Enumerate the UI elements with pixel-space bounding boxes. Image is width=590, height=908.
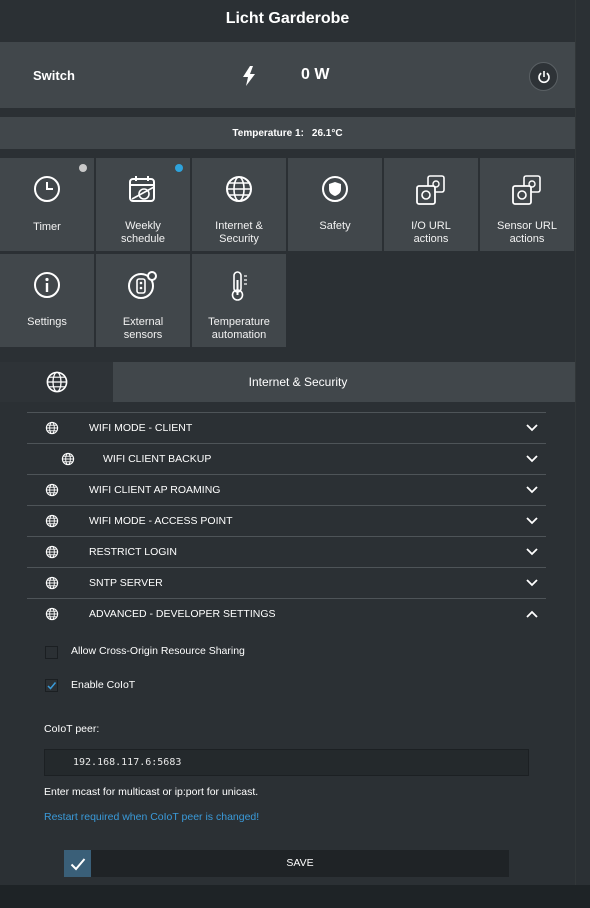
tile-external-sensors[interactable]: External sensors	[96, 254, 190, 347]
power-button[interactable]	[529, 62, 558, 91]
accordion-restrict-login[interactable]: RESTRICT LOGIN	[27, 536, 546, 567]
tile-label-2: Security	[219, 233, 259, 245]
accordion-sntp-server[interactable]: SNTP SERVER	[27, 567, 546, 598]
coiot-peer-label: CoIoT peer:	[44, 723, 100, 735]
tile-label-2: schedule	[120, 233, 166, 245]
tile-label-2: actions	[509, 233, 545, 245]
footer-bar	[0, 885, 590, 908]
tile-label: Temperature	[208, 316, 270, 328]
globe-icon	[192, 174, 286, 208]
accordion-wifi-client-backup[interactable]: WIFI CLIENT BACKUP	[27, 443, 546, 474]
tile-internet-security[interactable]: Internet & Security	[192, 158, 286, 251]
chevron-down-icon	[526, 516, 538, 528]
section-title: Internet & Security	[248, 375, 348, 389]
coiot-peer-hint: Enter mcast for multicast or ip:port for…	[44, 786, 259, 798]
accordion-advanced-developer-settings[interactable]: ADVANCED - DEVELOPER SETTINGS	[27, 598, 546, 629]
globe-icon	[61, 452, 75, 469]
chevron-down-icon	[526, 485, 538, 497]
coiot-checkbox[interactable]	[45, 679, 58, 692]
tile-settings[interactable]: Settings	[0, 254, 94, 347]
globe-icon	[45, 483, 59, 500]
coiot-peer-input[interactable]: 192.168.117.6:5683	[44, 749, 529, 776]
status-dot	[79, 164, 87, 172]
tile-label: Internet &	[215, 220, 263, 232]
tile-temperature-automation[interactable]: Temperature automation	[192, 254, 286, 347]
chevron-down-icon	[526, 578, 538, 590]
temperature-label: Temperature 1:	[232, 127, 304, 139]
weekly-schedule-icon	[96, 174, 190, 208]
tile-label: Timer	[33, 221, 61, 233]
check-icon	[47, 682, 57, 690]
globe-icon	[45, 545, 59, 562]
tile-label: Settings	[27, 316, 67, 328]
globe-icon	[45, 576, 59, 593]
tile-label: External	[122, 316, 164, 328]
globe-icon	[0, 362, 113, 402]
cors-label: Allow Cross-Origin Resource Sharing	[71, 645, 245, 657]
accordion-label: ADVANCED - DEVELOPER SETTINGS	[89, 608, 276, 620]
accordion-label: WIFI CLIENT BACKUP	[103, 453, 212, 465]
tile-timer[interactable]: Timer	[0, 158, 94, 251]
status-dot	[175, 164, 183, 172]
globe-icon	[45, 514, 59, 531]
tile-label: Safety	[319, 220, 351, 232]
tile-label-2: actions	[413, 233, 449, 245]
page-title: Licht Garderobe	[225, 10, 350, 27]
tile-sensor-url-actions[interactable]: Sensor URL actions	[480, 158, 574, 251]
globe-icon	[45, 607, 59, 624]
tile-label-2: automation	[211, 329, 267, 341]
tile-label-2: sensors	[123, 329, 163, 341]
tile-io-url-actions[interactable]: I/O URL actions	[384, 158, 478, 251]
accordion-label: WIFI CLIENT AP ROAMING	[89, 484, 221, 496]
temperature-value: 26.1°C	[311, 127, 343, 139]
shield-icon	[288, 174, 382, 208]
external-sensor-icon	[96, 270, 190, 304]
scrollbar-track[interactable]	[575, 0, 590, 885]
chevron-down-icon	[526, 423, 538, 435]
power-icon	[537, 70, 550, 83]
chevron-down-icon	[526, 547, 538, 559]
tile-label: Weekly	[125, 220, 161, 232]
accordion-label: WIFI MODE - ACCESS POINT	[89, 515, 233, 527]
chevron-down-icon	[526, 454, 538, 466]
accordion-label: SNTP SERVER	[89, 577, 163, 589]
check-icon	[64, 850, 91, 877]
accordion-wifi-mode-client[interactable]: WIFI MODE - CLIENT	[27, 412, 546, 443]
accordion-label: WIFI MODE - CLIENT	[89, 422, 193, 434]
accordion-wifi-mode-access-point[interactable]: WIFI MODE - ACCESS POINT	[27, 505, 546, 536]
switch-bar: Switch 0 W	[0, 42, 575, 108]
tile-label: Sensor URL	[497, 220, 557, 232]
chevron-up-icon	[526, 609, 538, 621]
io-url-icon	[384, 174, 478, 208]
restart-warning: Restart required when CoIoT peer is chan…	[44, 811, 260, 823]
tile-safety[interactable]: Safety	[288, 158, 382, 251]
accordion-wifi-client-ap-roaming[interactable]: WIFI CLIENT AP ROAMING	[27, 474, 546, 505]
save-label: SAVE	[286, 857, 314, 869]
accordion-label: RESTRICT LOGIN	[89, 546, 177, 558]
switch-label: Switch	[33, 68, 75, 83]
globe-icon	[45, 421, 59, 438]
power-value: 0 W	[301, 66, 330, 83]
save-button[interactable]: SAVE	[64, 850, 509, 877]
tile-label: I/O URL	[411, 220, 451, 232]
page: Licht Garderobe Switch 0 W Temperature 1…	[0, 0, 590, 908]
clock-icon	[0, 174, 94, 208]
tile-weekly-schedule[interactable]: Weekly schedule	[96, 158, 190, 251]
sensor-url-icon	[480, 174, 574, 208]
info-icon	[0, 270, 94, 304]
bolt-icon	[242, 66, 256, 91]
temperature-bar: Temperature 1: 26.1°C	[0, 117, 575, 149]
section-header: Internet & Security	[0, 362, 575, 402]
thermometer-icon	[192, 270, 286, 304]
coiot-label: Enable CoIoT	[71, 679, 136, 691]
cors-checkbox[interactable]	[45, 646, 58, 659]
